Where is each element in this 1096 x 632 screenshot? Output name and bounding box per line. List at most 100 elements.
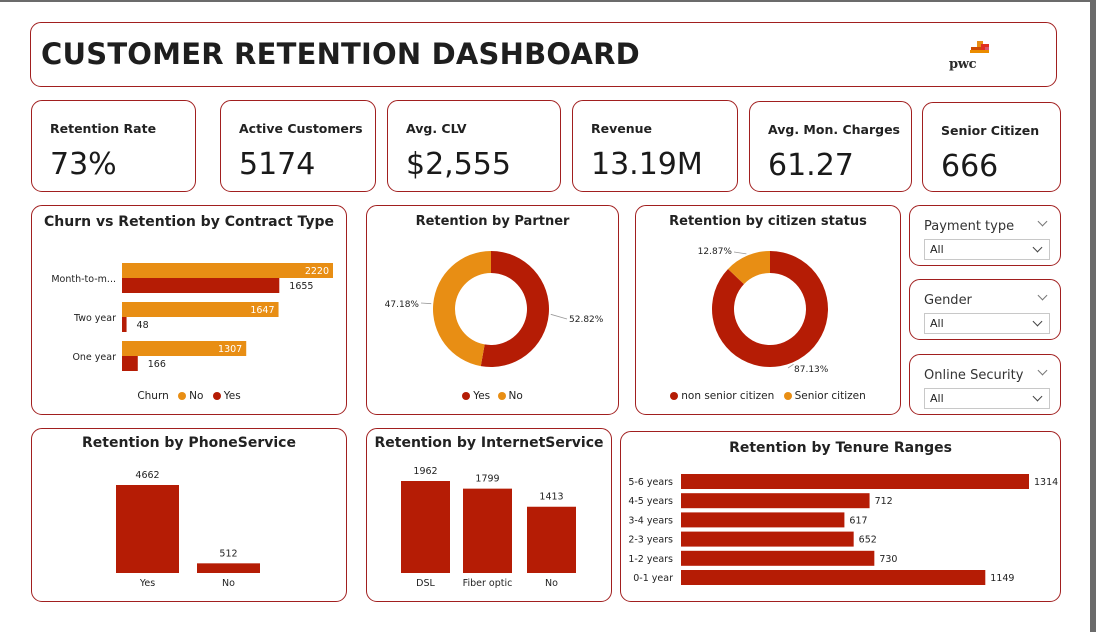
category-label: 5-6 years <box>628 477 673 488</box>
legend-label-senior[interactable]: Senior citizen <box>795 390 866 402</box>
dropdown-value: All <box>930 243 944 256</box>
slice-label: 12.87% <box>698 247 733 257</box>
kpi-active-customers: Active Customers 5174 <box>220 100 376 192</box>
category-label: Yes <box>139 578 155 589</box>
phone-chart-card: Retention by PhoneService 4662 Yes 512 No <box>31 428 347 602</box>
data-label-yes: 48 <box>137 320 149 331</box>
online-security-dropdown[interactable]: All <box>924 388 1050 409</box>
gender-dropdown[interactable]: All <box>924 313 1050 334</box>
kpi-retention-rate: Retention Rate 73% <box>31 100 196 192</box>
slicer-title: Payment type <box>924 219 1015 234</box>
bar <box>681 550 875 566</box>
data-label: 1314 <box>1034 477 1058 488</box>
citizen-chart-card: Retention by citizen status 87.13% 12.87%… <box>635 205 901 415</box>
category-label: DSL <box>416 578 435 589</box>
bar-yes <box>122 317 127 332</box>
category-label: One year <box>72 352 116 363</box>
legend-label-no[interactable]: No <box>189 390 203 402</box>
kpi-avg-monthly-charges: Avg. Mon. Charges 61.27 <box>749 101 912 192</box>
category-label: 4-5 years <box>628 496 673 507</box>
slicer-online-security[interactable]: Online Security All <box>909 354 1061 415</box>
data-label: 512 <box>219 548 237 559</box>
kpi-value: 61.27 <box>768 148 854 183</box>
citizen-donut-chart: 87.13% 12.87% <box>698 247 829 375</box>
kpi-label: Revenue <box>591 121 653 136</box>
donut-slice <box>480 251 550 367</box>
kpi-label: Senior Citizen <box>941 123 1040 138</box>
chevron-down-icon <box>1032 316 1043 327</box>
donut-slice <box>433 251 491 367</box>
slicer-payment-type[interactable]: Payment type All <box>909 205 1061 266</box>
category-label: 0-1 year <box>633 573 673 584</box>
pwc-logo-text: pwc <box>949 57 977 72</box>
legend-label-non-senior[interactable]: non senior citizen <box>681 390 774 402</box>
chevron-down-icon <box>1032 391 1043 402</box>
bar-yes <box>122 356 138 371</box>
chart-title: Retention by citizen status <box>669 214 867 229</box>
chevron-down-icon[interactable] <box>1037 216 1048 227</box>
bar <box>197 563 260 573</box>
slice-label: 87.13% <box>794 365 829 375</box>
legend-label-yes[interactable]: Yes <box>224 390 241 402</box>
kpi-value: 73% <box>50 147 117 182</box>
data-label: 4662 <box>135 470 159 481</box>
dashboard-title: CUSTOMER RETENTION DASHBOARD <box>41 37 640 71</box>
legend-dot-no-icon <box>178 391 187 400</box>
leader-line <box>787 363 794 369</box>
slicer-gender[interactable]: Gender All <box>909 279 1061 340</box>
slice-label: 52.82% <box>569 315 604 325</box>
bar <box>681 570 986 585</box>
internet-bar-chart: 1962 DSL 1799 Fiber optic 1413 No <box>401 466 576 589</box>
kpi-value: $2,555 <box>406 147 511 182</box>
tenure-chart-card: Retention by Tenure Ranges 5-6 years 1314… <box>620 431 1061 602</box>
contract-chart: Month-to-m... 2220 1655 Two year 1647 48 One y… <box>51 263 333 371</box>
kpi-label: Retention Rate <box>50 121 157 136</box>
legend-label-yes[interactable]: Yes <box>473 390 490 402</box>
payment-type-dropdown[interactable]: All <box>924 239 1050 260</box>
legend-dot-yes-icon <box>462 391 471 400</box>
chart-legend: non senior citizen Senior citizen <box>636 390 900 402</box>
kpi-value: 5174 <box>239 147 316 182</box>
chart-title: Retention by Partner <box>415 214 570 229</box>
chevron-down-icon[interactable] <box>1037 365 1048 376</box>
category-label: 3-4 years <box>628 515 673 526</box>
bar <box>681 474 1029 489</box>
data-label-yes: 166 <box>148 359 166 370</box>
chart-title: Retention by PhoneService <box>82 435 296 451</box>
category-label: Fiber optic <box>463 578 513 589</box>
bar-yes <box>122 278 280 293</box>
dropdown-value: All <box>930 317 944 330</box>
legend-dot-yes-icon <box>212 391 221 400</box>
data-label: 712 <box>875 496 893 507</box>
data-label: 1413 <box>539 492 563 503</box>
data-label: 1962 <box>413 466 437 477</box>
data-label-no: 1647 <box>250 305 274 316</box>
slice-label: 47.18% <box>385 300 420 310</box>
category-label: No <box>545 578 558 589</box>
category-label: Month-to-m... <box>51 274 116 285</box>
dropdown-value: All <box>930 392 944 405</box>
phone-bar-chart: 4662 Yes 512 No <box>116 470 260 589</box>
legend-label-no[interactable]: No <box>509 390 523 402</box>
tenure-bar-chart: 5-6 years 1314 4-5 years 712 3-4 years 617 2-3… <box>628 474 1058 585</box>
leader-line <box>420 302 432 305</box>
chevron-down-icon[interactable] <box>1037 290 1048 301</box>
bar <box>527 506 576 573</box>
chart-legend: Yes No <box>367 390 618 402</box>
kpi-value: 13.19M <box>591 147 703 182</box>
data-label: 1799 <box>475 474 499 485</box>
category-label: No <box>222 578 235 589</box>
chart-legend: Churn No Yes <box>32 390 346 402</box>
data-label-no: 2220 <box>305 266 329 277</box>
kpi-value: 666 <box>941 149 999 184</box>
category-label: 1-2 years <box>628 554 673 565</box>
bar <box>681 531 854 547</box>
contract-chart-card: Churn vs Retention by Contract Type Mont… <box>31 205 347 415</box>
kpi-avg-clv: Avg. CLV $2,555 <box>387 100 561 192</box>
category-label: 2-3 years <box>628 535 673 546</box>
bar <box>463 488 512 573</box>
slicer-title: Gender <box>924 293 972 308</box>
bar <box>401 481 450 573</box>
kpi-revenue: Revenue 13.19M <box>572 100 738 192</box>
legend-title: Churn <box>137 390 169 402</box>
